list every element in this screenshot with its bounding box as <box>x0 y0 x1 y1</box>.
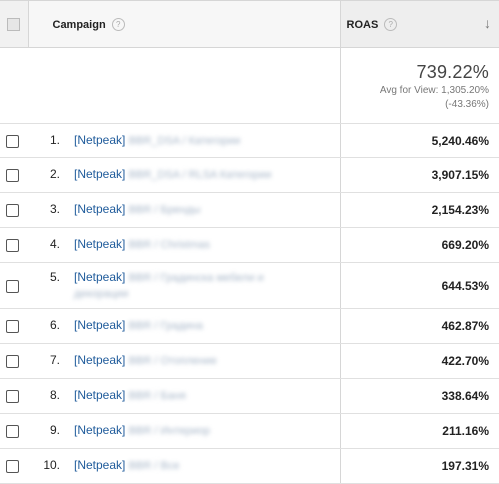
table-row: 7. [Netpeak] BBR / Отопление 422.70% <box>0 343 499 379</box>
roas-value: 669.20% <box>339 227 499 263</box>
table-row: 4. [Netpeak] BBR / Christmas 669.20% <box>0 227 499 263</box>
campaign-header-label: Campaign <box>52 18 106 31</box>
sort-descending-icon[interactable]: ↓ <box>484 15 491 31</box>
row-index: 5. <box>49 269 60 284</box>
roas-value: 3,907.15% <box>339 157 499 193</box>
roas-value: 211.16% <box>339 413 499 449</box>
help-icon[interactable]: ? <box>384 18 398 32</box>
select-all-cell <box>0 0 29 48</box>
row-index: 7. <box>49 353 60 367</box>
roas-value: 422.70% <box>339 343 499 379</box>
campaign-link[interactable]: [Netpeak] <box>74 318 125 332</box>
summary-empty-cell <box>28 47 340 124</box>
row-checkbox-cell <box>0 343 28 379</box>
campaign-link[interactable]: [Netpeak] <box>74 202 125 216</box>
campaign-name-blurred[interactable]: BBR / Всe <box>129 460 180 472</box>
campaign-column-header[interactable]: Campaign? <box>28 0 340 48</box>
campaign-link[interactable]: [Netpeak] <box>74 270 125 284</box>
campaign-cell: 6. [Netpeak] BBR / Градина <box>28 308 340 344</box>
campaign-name-blurred[interactable]: BBR / Christmas <box>129 239 210 251</box>
table-row: 1. [Netpeak] BBR_DSA / Категории 5,240.46% <box>0 123 499 158</box>
select-all-checkbox[interactable] <box>7 18 20 32</box>
campaign-link[interactable]: [Netpeak] <box>74 458 125 472</box>
row-checkbox-cell <box>0 157 28 193</box>
table-row: 3. [Netpeak] BBR / Бренды 2,154.23% <box>0 192 499 228</box>
row-checkbox-cell <box>0 448 28 484</box>
roas-value: 644.53% <box>339 262 499 309</box>
row-index: 9. <box>49 423 60 437</box>
row-index: 6. <box>49 318 60 332</box>
campaign-link[interactable]: [Netpeak] <box>74 133 125 147</box>
row-checkbox[interactable] <box>6 134 19 148</box>
roas-value: 5,240.46% <box>339 123 499 158</box>
row-index: 2. <box>49 167 60 181</box>
row-checkbox-cell <box>0 413 28 449</box>
campaign-cell: 1. [Netpeak] BBR_DSA / Категории <box>28 123 340 158</box>
campaign-link[interactable]: [Netpeak] <box>74 423 125 437</box>
campaign-table: Campaign? ROAS? ↓ 739.22% Avg for View: … <box>0 0 499 484</box>
row-checkbox-cell <box>0 192 28 228</box>
roas-value: 2,154.23% <box>339 192 499 228</box>
roas-value: 197.31% <box>339 448 499 484</box>
table-row: 9. [Netpeak] BBR / Интериор 211.16% <box>0 413 499 449</box>
campaign-cell: 8. [Netpeak] BBR / Баня <box>28 378 340 414</box>
campaign-cell: 5. [Netpeak] BBR / Градинска мебели и дек… <box>28 262 340 309</box>
campaign-name-blurred[interactable]: BBR / Баня <box>129 390 186 402</box>
campaign-name-blurred[interactable]: BBR_DSA / Категории <box>129 135 241 147</box>
campaign-link[interactable]: [Netpeak] <box>74 167 125 181</box>
campaign-link[interactable]: [Netpeak] <box>74 237 125 251</box>
campaign-cell: 10. [Netpeak] BBR / Всe <box>28 448 340 484</box>
row-index: 3. <box>49 202 60 216</box>
campaign-cell: 7. [Netpeak] BBR / Отопление <box>28 343 340 379</box>
campaign-name-blurred[interactable]: BBR / Градина <box>129 320 203 332</box>
summary-empty-cell <box>0 47 28 124</box>
row-checkbox[interactable] <box>6 390 19 404</box>
row-checkbox[interactable] <box>6 425 19 439</box>
roas-total-value: 739.22% <box>416 62 489 82</box>
row-index: 4. <box>49 237 60 251</box>
roas-value: 338.64% <box>339 378 499 414</box>
row-checkbox[interactable] <box>6 355 19 369</box>
campaign-name-blurred[interactable]: BBR_DSA / RLSA Категории <box>129 169 272 181</box>
row-index: 8. <box>49 388 60 402</box>
row-checkbox[interactable] <box>6 204 19 218</box>
row-checkbox[interactable] <box>6 239 19 253</box>
table-row: 6. [Netpeak] BBR / Градина 462.87% <box>0 308 499 344</box>
roas-header-label: ROAS <box>346 18 379 31</box>
table-row: 8. [Netpeak] BBR / Баня 338.64% <box>0 378 499 414</box>
roas-avg-delta: (-43.36%) <box>445 99 489 110</box>
campaign-cell: 4. [Netpeak] BBR / Christmas <box>28 227 340 263</box>
row-checkbox[interactable] <box>6 279 19 293</box>
row-checkbox[interactable] <box>6 460 19 474</box>
row-index: 10. <box>43 458 60 472</box>
campaign-name-blurred[interactable]: BBR / Отопление <box>129 355 217 367</box>
campaign-cell: 3. [Netpeak] BBR / Бренды <box>28 192 340 228</box>
table-header-row: Campaign? ROAS? ↓ <box>0 0 499 48</box>
row-checkbox-cell <box>0 262 28 309</box>
row-checkbox[interactable] <box>6 169 19 183</box>
row-checkbox-cell <box>0 308 28 344</box>
row-checkbox[interactable] <box>6 320 19 334</box>
table-row: 5. [Netpeak] BBR / Градинска мебели и дек… <box>0 262 499 309</box>
row-index: 1. <box>49 132 60 147</box>
campaign-name-blurred[interactable]: BBR / Интериор <box>129 425 210 437</box>
table-row: 2. [Netpeak] BBR_DSA / RLSA Категории 3,90… <box>0 157 499 193</box>
roas-column-header[interactable]: ROAS? ↓ <box>339 0 499 48</box>
campaign-cell: 2. [Netpeak] BBR_DSA / RLSA Категории <box>28 157 340 193</box>
help-icon[interactable]: ? <box>111 18 125 32</box>
row-checkbox-cell <box>0 123 28 158</box>
row-checkbox-cell <box>0 227 28 263</box>
campaign-cell: 9. [Netpeak] BBR / Интериор <box>28 413 340 449</box>
campaign-link[interactable]: [Netpeak] <box>74 388 125 402</box>
table-row: 10. [Netpeak] BBR / Всe 197.31% <box>0 448 499 484</box>
campaign-link[interactable]: [Netpeak] <box>74 353 125 367</box>
roas-value: 462.87% <box>339 308 499 344</box>
campaign-name-blurred[interactable]: BBR / Бренды <box>129 204 201 216</box>
roas-avg-for-view: Avg for View: 1,305.20% <box>379 85 489 96</box>
roas-summary-cell: 739.22% Avg for View: 1,305.20% (-43.36%… <box>339 47 499 124</box>
row-checkbox-cell <box>0 378 28 414</box>
summary-row: 739.22% Avg for View: 1,305.20% (-43.36%… <box>0 47 499 124</box>
